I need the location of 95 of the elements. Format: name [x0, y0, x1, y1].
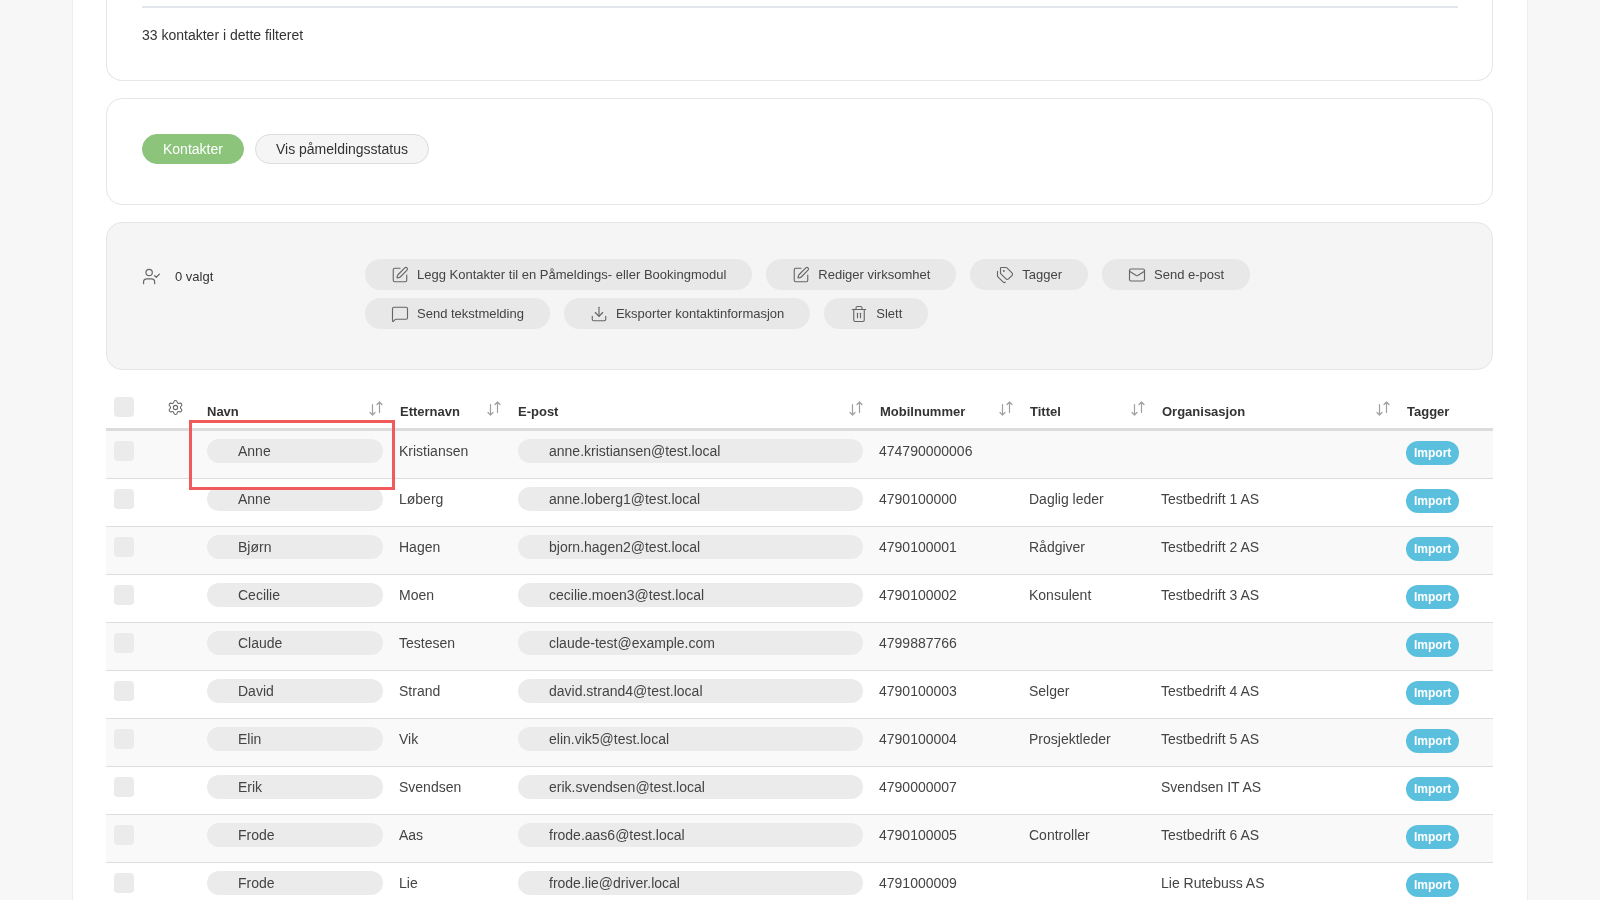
speech-bubble-icon: [391, 304, 409, 323]
column-header: Organisasjon: [1162, 404, 1246, 421]
action-button[interactable]: Rediger virksomhet: [766, 259, 957, 290]
user-check-icon: [142, 267, 161, 286]
first-name-field[interactable]: Cecilie: [207, 583, 383, 607]
last-name-cell-text: Svendsen: [399, 778, 463, 797]
tag-badge: Import: [1406, 873, 1460, 897]
email-field[interactable]: claude-test@example.com: [518, 631, 863, 655]
sort-icon[interactable]: [1131, 401, 1145, 416]
first-name-field[interactable]: Frode: [207, 823, 383, 847]
sort-icon[interactable]: [487, 401, 501, 416]
last-name-cell-text: Lie: [399, 874, 419, 893]
contact-count-text: 33 kontakter i dette filteret: [142, 26, 305, 45]
email-field[interactable]: bjorn.hagen2@test.local: [518, 535, 863, 559]
organisation-cell-text: Svendsen IT AS: [1161, 778, 1263, 797]
title-cell-text: Controller: [1029, 826, 1091, 845]
first-name-field[interactable]: David: [207, 679, 383, 703]
organisation-cell-text: Lie Rutebuss AS: [1161, 874, 1266, 893]
sort-icon[interactable]: [849, 401, 863, 416]
organisation-cell-text: Testbedrift 5 AS: [1161, 730, 1261, 749]
view-tab[interactable]: Vis påmeldingsstatus: [254, 134, 429, 164]
last-name-cell-text: Hagen: [399, 538, 442, 557]
mobile-cell-text: 474790000006: [879, 442, 974, 461]
email-field[interactable]: frode.aas6@test.local: [518, 823, 863, 847]
column-header: Mobilnummer: [880, 404, 966, 421]
organisation-cell-text: Testbedrift 3 AS: [1161, 586, 1261, 605]
column-header: Tagger: [1407, 404, 1450, 421]
mobile-cell-text: 4790000007: [879, 778, 958, 797]
mobile-cell-text: 4790100000: [879, 490, 958, 509]
column-header: Tittel: [1030, 404, 1061, 421]
organisation-cell-text: Testbedrift 6 AS: [1161, 826, 1261, 845]
tag-badge: Import: [1406, 729, 1460, 753]
tag-badge: Import: [1406, 681, 1460, 705]
last-name-cell-text: Moen: [399, 586, 436, 605]
last-name-cell-text: Vik: [399, 730, 420, 749]
tag-badge: Import: [1406, 777, 1460, 801]
tag-badge: Import: [1406, 585, 1460, 609]
email-field[interactable]: elin.vik5@test.local: [518, 727, 863, 751]
sort-icon[interactable]: [369, 401, 383, 416]
email-field[interactable]: anne.kristiansen@test.local: [518, 439, 863, 463]
envelope-icon: [1128, 265, 1147, 284]
selected-count-text: 0 valgt: [175, 267, 214, 286]
first-name-field[interactable]: Claude: [207, 631, 383, 655]
column-header: Etternavn: [400, 404, 460, 421]
organisation-cell-text: Testbedrift 1 AS: [1161, 490, 1261, 509]
first-name-field[interactable]: Frode: [207, 871, 383, 895]
first-name-field[interactable]: Erik: [207, 775, 383, 799]
title-cell-text: Rådgiver: [1029, 538, 1087, 557]
email-field[interactable]: frode.lie@driver.local: [518, 871, 863, 895]
first-name-field[interactable]: Anne: [207, 439, 383, 463]
organisation-cell-text: Testbedrift 4 AS: [1161, 682, 1261, 701]
mobile-cell-text: 4791000009: [879, 874, 958, 893]
mobile-cell-text: 4790100002: [879, 586, 958, 605]
email-field[interactable]: cecilie.moen3@test.local: [518, 583, 863, 607]
organisation-cell-text: Testbedrift 2 AS: [1161, 538, 1261, 557]
title-cell-text: Konsulent: [1029, 586, 1093, 605]
last-name-cell-text: Aas: [399, 826, 425, 845]
action-button[interactable]: Eksporter kontaktinformasjon: [563, 298, 811, 329]
download-icon: [589, 304, 608, 323]
column-header: E-post: [518, 404, 559, 421]
mobile-cell-text: 4790100005: [879, 826, 958, 845]
action-button[interactable]: Send e-post: [1102, 259, 1251, 290]
sort-icon[interactable]: [999, 401, 1013, 416]
first-name-field[interactable]: Elin: [207, 727, 383, 751]
title-cell-text: Daglig leder: [1029, 490, 1105, 509]
action-button[interactable]: Tagger: [970, 259, 1089, 290]
action-button[interactable]: Legg Kontakter til en Påmeldings- eller Bookingmodul: [365, 259, 753, 290]
title-cell-text: Selger: [1029, 682, 1071, 701]
settings-icon[interactable]: [167, 399, 184, 416]
email-field[interactable]: david.strand4@test.local: [518, 679, 863, 703]
first-name-field[interactable]: Bjørn: [207, 535, 383, 559]
email-field[interactable]: anne.loberg1@test.local: [518, 487, 863, 511]
action-button[interactable]: Send tekstmelding: [365, 298, 550, 329]
tag-badge: Import: [1406, 441, 1460, 465]
last-name-cell-text: Testesen: [399, 634, 457, 653]
action-button[interactable]: Slett: [824, 298, 929, 329]
pen-square-icon: [391, 265, 409, 284]
sort-icon[interactable]: [1376, 401, 1390, 416]
tag-badge: Import: [1406, 633, 1460, 657]
tag-badge: Import: [1406, 489, 1460, 513]
mobile-cell-text: 4799887766: [879, 634, 958, 653]
trash-icon: [850, 304, 869, 323]
pen-square-icon: [792, 265, 811, 284]
last-name-cell-text: Løberg: [399, 490, 445, 509]
email-field[interactable]: erik.svendsen@test.local: [518, 775, 863, 799]
title-cell-text: Prosjektleder: [1029, 730, 1112, 749]
last-name-cell-text: Kristiansen: [399, 442, 470, 461]
tags-icon: [996, 265, 1015, 284]
mobile-cell-text: 4790100001: [879, 538, 958, 557]
tag-badge: Import: [1406, 537, 1460, 561]
tag-badge: Import: [1406, 825, 1460, 849]
mobile-cell-text: 4790100004: [879, 730, 958, 749]
column-header: Navn: [207, 404, 239, 421]
mobile-cell-text: 4790100003: [879, 682, 958, 701]
last-name-cell-text: Strand: [399, 682, 442, 701]
